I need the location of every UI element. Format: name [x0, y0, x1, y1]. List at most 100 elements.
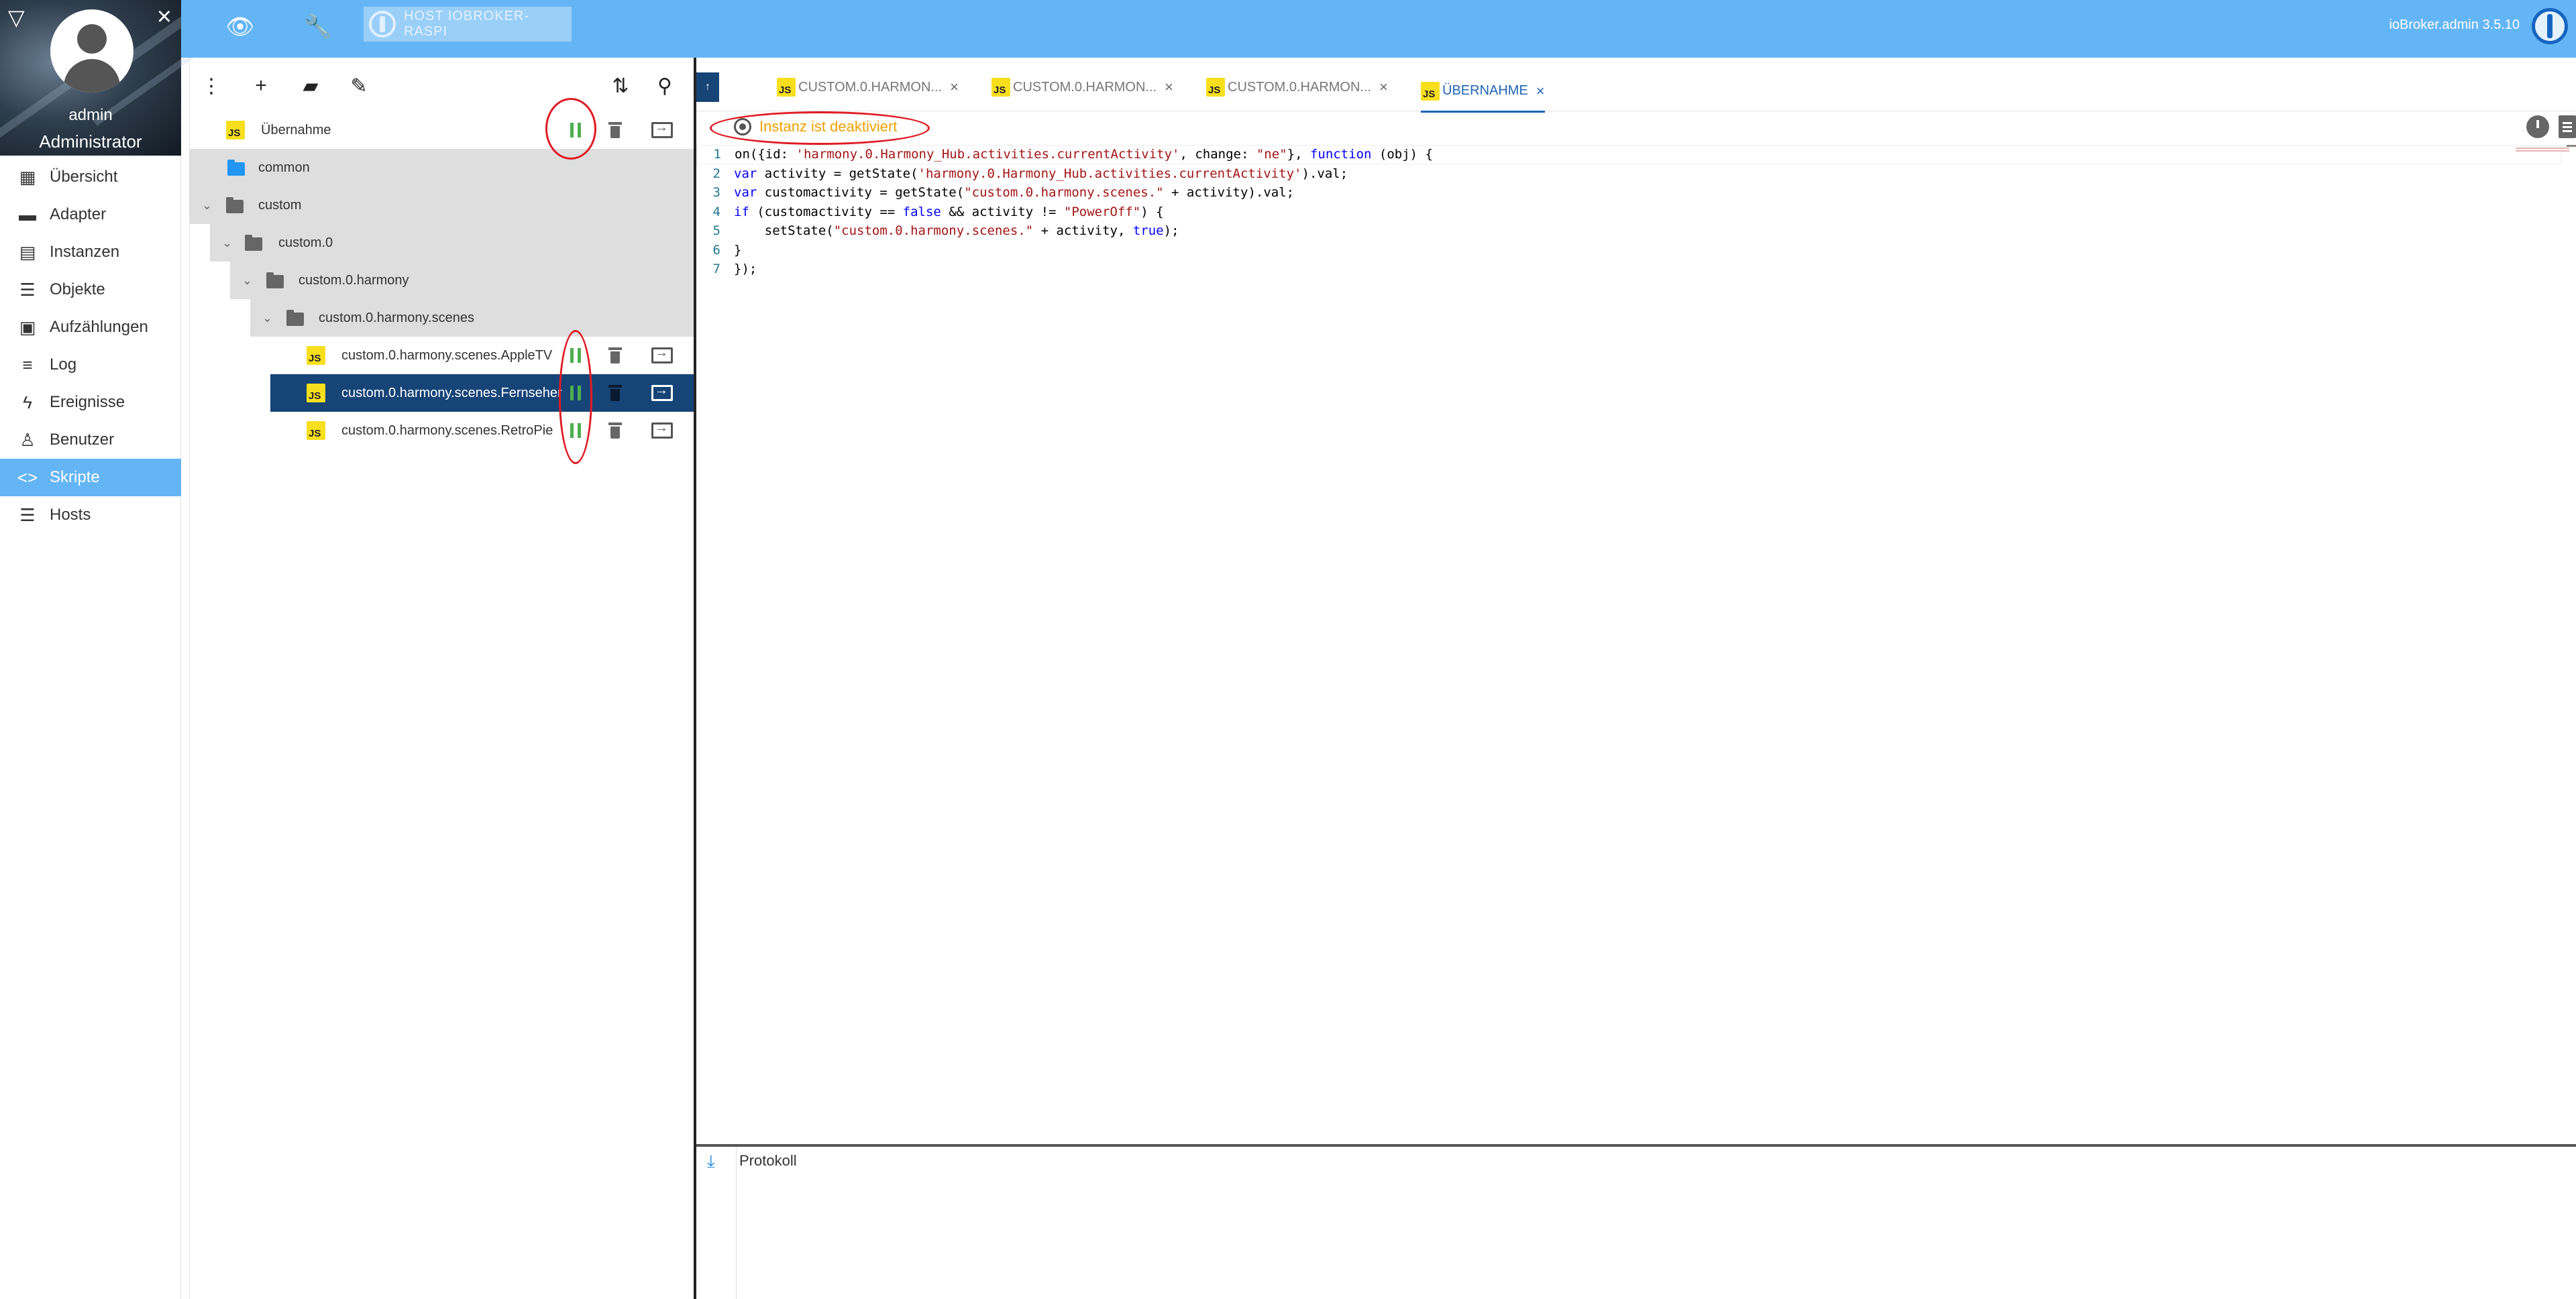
export-button[interactable]	[649, 381, 676, 405]
line-number: 2	[712, 166, 720, 181]
tree-row-folder[interactable]: ⌄ custom.0	[210, 224, 694, 262]
drawer-logo-icon[interactable]: ▽	[8, 7, 25, 28]
eye-icon[interactable]: 👁	[221, 8, 259, 46]
sidebar-item-instanzen[interactable]: ▤ Instanzen	[0, 233, 181, 271]
code-text: on({id: 'harmony.0.Harmony_Hub.activitie…	[735, 147, 1433, 162]
code-line: 2 var activity = getState('harmony.0.Harm…	[696, 164, 2561, 184]
add-script-icon[interactable]: +	[246, 71, 276, 101]
sidebar-header: ▽ × admin Administrator	[0, 0, 231, 156]
sidebar-item-label: Aufzählungen	[50, 318, 148, 336]
delete-button[interactable]	[602, 118, 629, 142]
tree-row-folder[interactable]: ⌄ custom	[190, 186, 694, 224]
editor-tab[interactable]: JS CUSTOM.0.HARMON... ×	[1206, 71, 1388, 103]
log-label: Protokoll	[739, 1152, 797, 1169]
tab-label: CUSTOM.0.HARMON...	[1228, 79, 1372, 95]
sidebar-item-skripte[interactable]: <> Skripte	[0, 459, 181, 496]
tree-row-label: custom.0.harmony	[299, 272, 409, 288]
tree-row-script[interactable]: JS Übernahme	[190, 111, 694, 149]
chevron-down-icon[interactable]: ⌄	[222, 236, 232, 250]
code-minimap[interactable]	[2516, 148, 2569, 157]
sort-icon[interactable]: ⇅	[606, 71, 635, 101]
code-line: 5 setState("custom.0.harmony.scenes." + …	[696, 221, 2561, 241]
sidebar-item-benutzer[interactable]: ♙ Benutzer	[0, 421, 181, 459]
line-number: 4	[712, 204, 720, 219]
add-folder-icon[interactable]: ▰	[296, 71, 325, 101]
export-button[interactable]	[649, 343, 676, 368]
annotation-oval	[559, 330, 592, 464]
tree-row-label: custom.0	[278, 235, 333, 250]
tree-row-folder[interactable]: common	[190, 149, 694, 186]
editor-tab-active[interactable]: JS ÜBERNAHME ×	[1421, 71, 1545, 113]
sidebar-item-objekte[interactable]: ☰ Objekte	[0, 271, 181, 308]
tree-row-label: custom.0.harmony.scenes.RetroPie	[341, 422, 553, 438]
close-tab-icon[interactable]: ×	[950, 78, 959, 96]
tree-row-script-selected[interactable]: JS custom.0.harmony.scenes.Fernseher	[270, 374, 694, 412]
export-icon	[651, 420, 673, 439]
version-label: ioBroker.admin 3.5.10	[2389, 17, 2520, 32]
tree-row-label: custom.0.harmony.scenes	[319, 310, 474, 325]
editor-tab[interactable]: JS CUSTOM.0.HARMON... ×	[777, 71, 959, 103]
sidebar-item-label: Objekte	[50, 280, 105, 298]
sidebar-item-uebersicht[interactable]: ▦ Übersicht	[0, 158, 181, 196]
sidebar-item-label: Übersicht	[50, 168, 118, 186]
js-icon: JS	[307, 421, 325, 440]
js-icon: JS	[307, 346, 325, 365]
sidebar-item-aufzaehlungen[interactable]: ▣ Aufzählungen	[0, 308, 181, 346]
user-name: admin	[68, 106, 113, 124]
delete-button[interactable]	[602, 381, 629, 405]
tree-row-script[interactable]: JS custom.0.harmony.scenes.AppleTV	[270, 337, 694, 374]
export-icon	[651, 345, 673, 363]
tree-row-label: Übernahme	[261, 122, 331, 137]
editor-tab[interactable]: JS CUSTOM.0.HARMON... ×	[991, 71, 1173, 103]
tree-row-folder[interactable]: ⌄ custom.0.harmony.scenes	[250, 299, 694, 337]
chevron-down-icon[interactable]: ⌄	[202, 199, 212, 213]
scroll-down-icon[interactable]: ⤓	[707, 1151, 715, 1172]
sidebar-item-adapter[interactable]: ▬ Adapter	[0, 196, 181, 233]
code-line: 1 on({id: 'harmony.0.Harmony_Hub.activiti…	[696, 145, 2561, 164]
close-drawer-icon[interactable]: ×	[157, 4, 172, 30]
code-line: 7});	[696, 260, 2561, 279]
trash-icon	[608, 385, 622, 401]
chevron-down-icon[interactable]: ⌄	[262, 311, 272, 325]
search-icon[interactable]: ⚲	[650, 71, 680, 101]
sidebar-item-label: Log	[50, 355, 77, 374]
clipboard-icon[interactable]	[2559, 115, 2576, 138]
sidebar-item-log[interactable]: ≡ Log	[0, 346, 181, 384]
js-icon: JS	[777, 78, 796, 97]
sidebar-item-ereignisse[interactable]: ϟ Ereignisse	[0, 384, 181, 421]
code-line: 6}	[696, 241, 2561, 260]
delete-button[interactable]	[602, 418, 629, 443]
tree-row-folder[interactable]: ⌄ custom.0.harmony	[230, 262, 694, 299]
trash-icon	[608, 122, 622, 138]
js-icon: JS	[1206, 78, 1225, 97]
sidebar-item-hosts[interactable]: ☰ Hosts	[0, 496, 181, 534]
folder-open-icon	[245, 235, 262, 251]
close-tab-icon[interactable]: ×	[1536, 82, 1545, 100]
code-editor[interactable]: 1 on({id: 'harmony.0.Harmony_Hub.activiti…	[696, 145, 2561, 279]
delete-button[interactable]	[602, 343, 629, 368]
host-selector[interactable]: HOST IOBROKER-RASPI	[364, 7, 572, 42]
chevron-down-icon[interactable]: ⌄	[242, 274, 252, 288]
export-button[interactable]	[649, 418, 676, 443]
tree-row-script[interactable]: JS custom.0.harmony.scenes.RetroPie	[270, 412, 694, 449]
close-tab-icon[interactable]: ×	[1165, 78, 1173, 96]
line-number: 7	[712, 262, 720, 277]
more-vert-icon[interactable]: ⋮	[197, 71, 226, 101]
editor-tabs: ↑ JS CUSTOM.0.HARMON... × JS CUSTOM.0.HA…	[696, 58, 2576, 113]
avatar	[50, 9, 133, 93]
annotation-oval	[710, 111, 930, 145]
close-tab-icon[interactable]: ×	[1379, 78, 1388, 96]
collapse-tree-button[interactable]: ↑	[696, 72, 719, 102]
store-icon: ▬	[19, 204, 36, 225]
enum-icon: ▣	[19, 317, 36, 337]
clock-icon[interactable]	[2526, 115, 2549, 138]
code-text: });	[734, 262, 757, 277]
wrench-icon[interactable]: 🔧	[299, 8, 337, 46]
export-button[interactable]	[649, 118, 676, 142]
edit-icon[interactable]: ✎	[344, 71, 374, 101]
js-icon: JS	[226, 121, 245, 139]
sidebar-item-label: Benutzer	[50, 431, 115, 449]
sidebar-item-label: Skripte	[50, 468, 100, 486]
sidebar-item-label: Adapter	[50, 205, 107, 223]
code-text: var activity = getState('harmony.0.Harmo…	[734, 166, 1348, 181]
